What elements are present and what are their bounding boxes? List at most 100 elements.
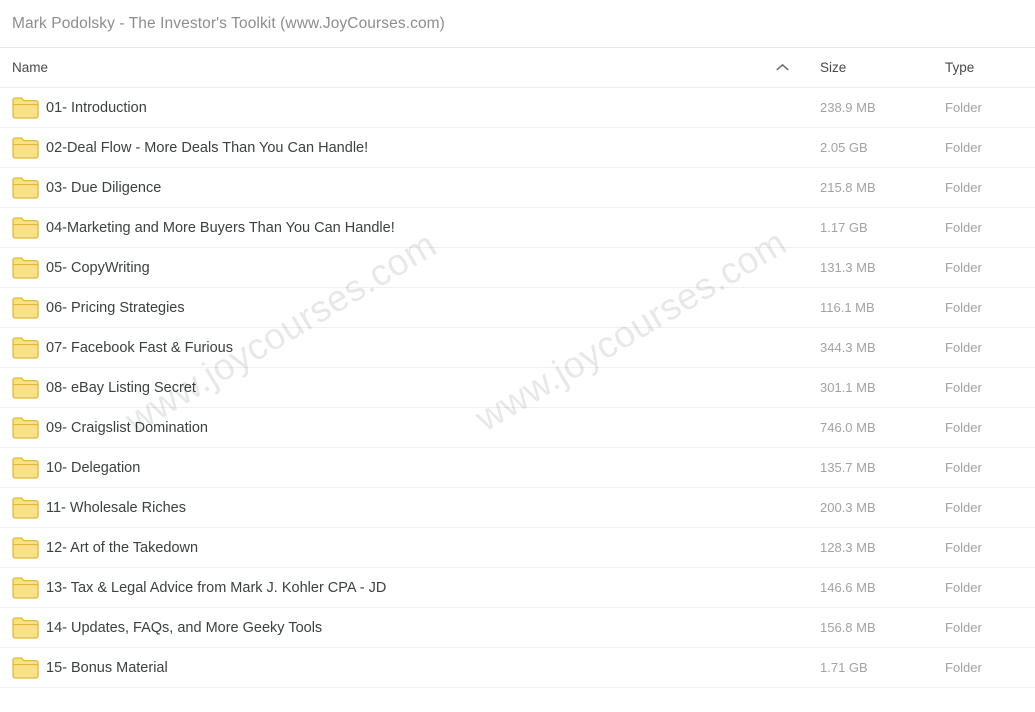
table-row[interactable]: 03- Due Diligence 215.8 MB Folder [0, 168, 1035, 208]
folder-icon [0, 336, 46, 359]
table-row[interactable]: 01- Introduction 238.9 MB Folder [0, 88, 1035, 128]
row-name-cell[interactable]: 14- Updates, FAQs, and More Geeky Tools [0, 616, 810, 639]
file-name-label: 03- Due Diligence [46, 179, 162, 196]
file-type-label: Folder [945, 420, 982, 435]
file-name-label: 01- Introduction [46, 99, 147, 116]
file-size-label: 344.3 MB [820, 340, 876, 355]
file-size-label: 200.3 MB [820, 500, 876, 515]
file-name-label: 08- eBay Listing Secret [46, 379, 196, 396]
folder-icon [0, 296, 46, 319]
table-row[interactable]: 15- Bonus Material 1.71 GB Folder [0, 648, 1035, 688]
row-name-cell[interactable]: 07- Facebook Fast & Furious [0, 336, 810, 359]
file-type-label: Folder [945, 620, 982, 635]
folder-icon [0, 176, 46, 199]
row-name-cell[interactable]: 11- Wholesale Riches [0, 496, 810, 519]
file-size-label: 116.1 MB [820, 300, 875, 315]
file-type-label: Folder [945, 540, 982, 555]
folder-icon [0, 416, 46, 439]
file-name-label: 12- Art of the Takedown [46, 539, 199, 556]
row-name-cell[interactable]: 08- eBay Listing Secret [0, 376, 810, 399]
table-row[interactable]: 10- Delegation 135.7 MB Folder [0, 448, 1035, 488]
table-row[interactable]: 14- Updates, FAQs, and More Geeky Tools 1… [0, 608, 1035, 648]
folder-icon [0, 536, 46, 559]
row-name-cell[interactable]: 12- Art of the Takedown [0, 536, 810, 559]
file-size-label: 128.3 MB [820, 540, 876, 555]
file-size-label: 1.71 GB [820, 660, 868, 675]
file-type-label: Folder [945, 260, 982, 275]
file-name-label: 10- Delegation [46, 459, 141, 476]
table-row[interactable]: 08- eBay Listing Secret 301.1 MB Folder [0, 368, 1035, 408]
folder-icon [0, 496, 46, 519]
folder-icon [0, 616, 46, 639]
column-header-size[interactable]: Size [810, 59, 935, 77]
file-size-label: 238.9 MB [820, 100, 876, 115]
file-name-label: 06- Pricing Strategies [46, 299, 185, 316]
file-size-label: 301.1 MB [820, 380, 876, 395]
file-size-label: 215.8 MB [820, 180, 876, 195]
folder-icon [0, 376, 46, 399]
file-name-label: 04-Marketing and More Buyers Than You Ca… [46, 219, 395, 236]
folder-icon [0, 656, 46, 679]
file-type-label: Folder [945, 140, 982, 155]
file-name-label: 07- Facebook Fast & Furious [46, 339, 233, 356]
table-row[interactable]: 09- Craigslist Domination 746.0 MB Folder [0, 408, 1035, 448]
folder-icon [0, 576, 46, 599]
table-row[interactable]: 02-Deal Flow - More Deals Than You Can H… [0, 128, 1035, 168]
file-size-label: 1.17 GB [820, 220, 868, 235]
file-type-label: Folder [945, 460, 982, 475]
window-title: Mark Podolsky - The Investor's Toolkit (… [12, 14, 445, 32]
table-header-row: Name Size Type [0, 48, 1035, 88]
folder-icon [0, 216, 46, 239]
file-name-label: 02-Deal Flow - More Deals Than You Can H… [46, 139, 369, 156]
table-row[interactable]: 04-Marketing and More Buyers Than You Ca… [0, 208, 1035, 248]
file-size-label: 2.05 GB [820, 140, 868, 155]
row-name-cell[interactable]: 02-Deal Flow - More Deals Than You Can H… [0, 136, 810, 159]
table-row[interactable]: 13- Tax & Legal Advice from Mark J. Kohl… [0, 568, 1035, 608]
table-row[interactable]: 11- Wholesale Riches 200.3 MB Folder [0, 488, 1035, 528]
file-size-label: 146.6 MB [820, 580, 876, 595]
window-title-bar: Mark Podolsky - The Investor's Toolkit (… [0, 0, 1035, 48]
file-type-label: Folder [945, 500, 982, 515]
column-header-size-label: Size [820, 59, 847, 75]
table-row[interactable]: 12- Art of the Takedown 128.3 MB Folder [0, 528, 1035, 568]
row-name-cell[interactable]: 06- Pricing Strategies [0, 296, 810, 319]
row-name-cell[interactable]: 09- Craigslist Domination [0, 416, 810, 439]
file-type-label: Folder [945, 380, 982, 395]
file-type-label: Folder [945, 660, 982, 675]
row-name-cell[interactable]: 01- Introduction [0, 96, 810, 119]
chevron-up-icon[interactable] [774, 60, 790, 76]
row-name-cell[interactable]: 15- Bonus Material [0, 656, 810, 679]
file-type-label: Folder [945, 220, 982, 235]
file-list-table: Name Size Type 01- Introduction 238.9 MB F… [0, 48, 1035, 688]
table-body: 01- Introduction 238.9 MB Folder 02-Deal Fl… [0, 88, 1035, 688]
folder-icon [0, 136, 46, 159]
file-name-label: 05- CopyWriting [46, 259, 150, 276]
table-row[interactable]: 06- Pricing Strategies 116.1 MB Folder [0, 288, 1035, 328]
file-name-label: 11- Wholesale Riches [46, 499, 186, 516]
row-name-cell[interactable]: 04-Marketing and More Buyers Than You Ca… [0, 216, 810, 239]
folder-icon [0, 256, 46, 279]
file-type-label: Folder [945, 180, 982, 195]
file-type-label: Folder [945, 300, 982, 315]
row-name-cell[interactable]: 03- Due Diligence [0, 176, 810, 199]
file-type-label: Folder [945, 340, 982, 355]
file-name-label: 15- Bonus Material [46, 659, 168, 676]
column-header-name-label: Name [12, 60, 49, 75]
table-row[interactable]: 05- CopyWriting 131.3 MB Folder [0, 248, 1035, 288]
table-row[interactable]: 07- Facebook Fast & Furious 344.3 MB Folde… [0, 328, 1035, 368]
file-size-label: 746.0 MB [820, 420, 876, 435]
row-name-cell[interactable]: 05- CopyWriting [0, 256, 810, 279]
file-name-label: 09- Craigslist Domination [46, 419, 208, 436]
file-size-label: 131.3 MB [820, 260, 876, 275]
file-size-label: 156.8 MB [820, 620, 876, 635]
row-name-cell[interactable]: 10- Delegation [0, 456, 810, 479]
column-header-name[interactable]: Name [0, 60, 810, 75]
folder-icon [0, 96, 46, 119]
file-size-label: 135.7 MB [820, 460, 876, 475]
file-type-label: Folder [945, 100, 982, 115]
file-type-label: Folder [945, 580, 982, 595]
column-header-type[interactable]: Type [935, 59, 1035, 77]
file-name-label: 13- Tax & Legal Advice from Mark J. Kohl… [46, 579, 387, 596]
folder-icon [0, 456, 46, 479]
row-name-cell[interactable]: 13- Tax & Legal Advice from Mark J. Kohl… [0, 576, 810, 599]
